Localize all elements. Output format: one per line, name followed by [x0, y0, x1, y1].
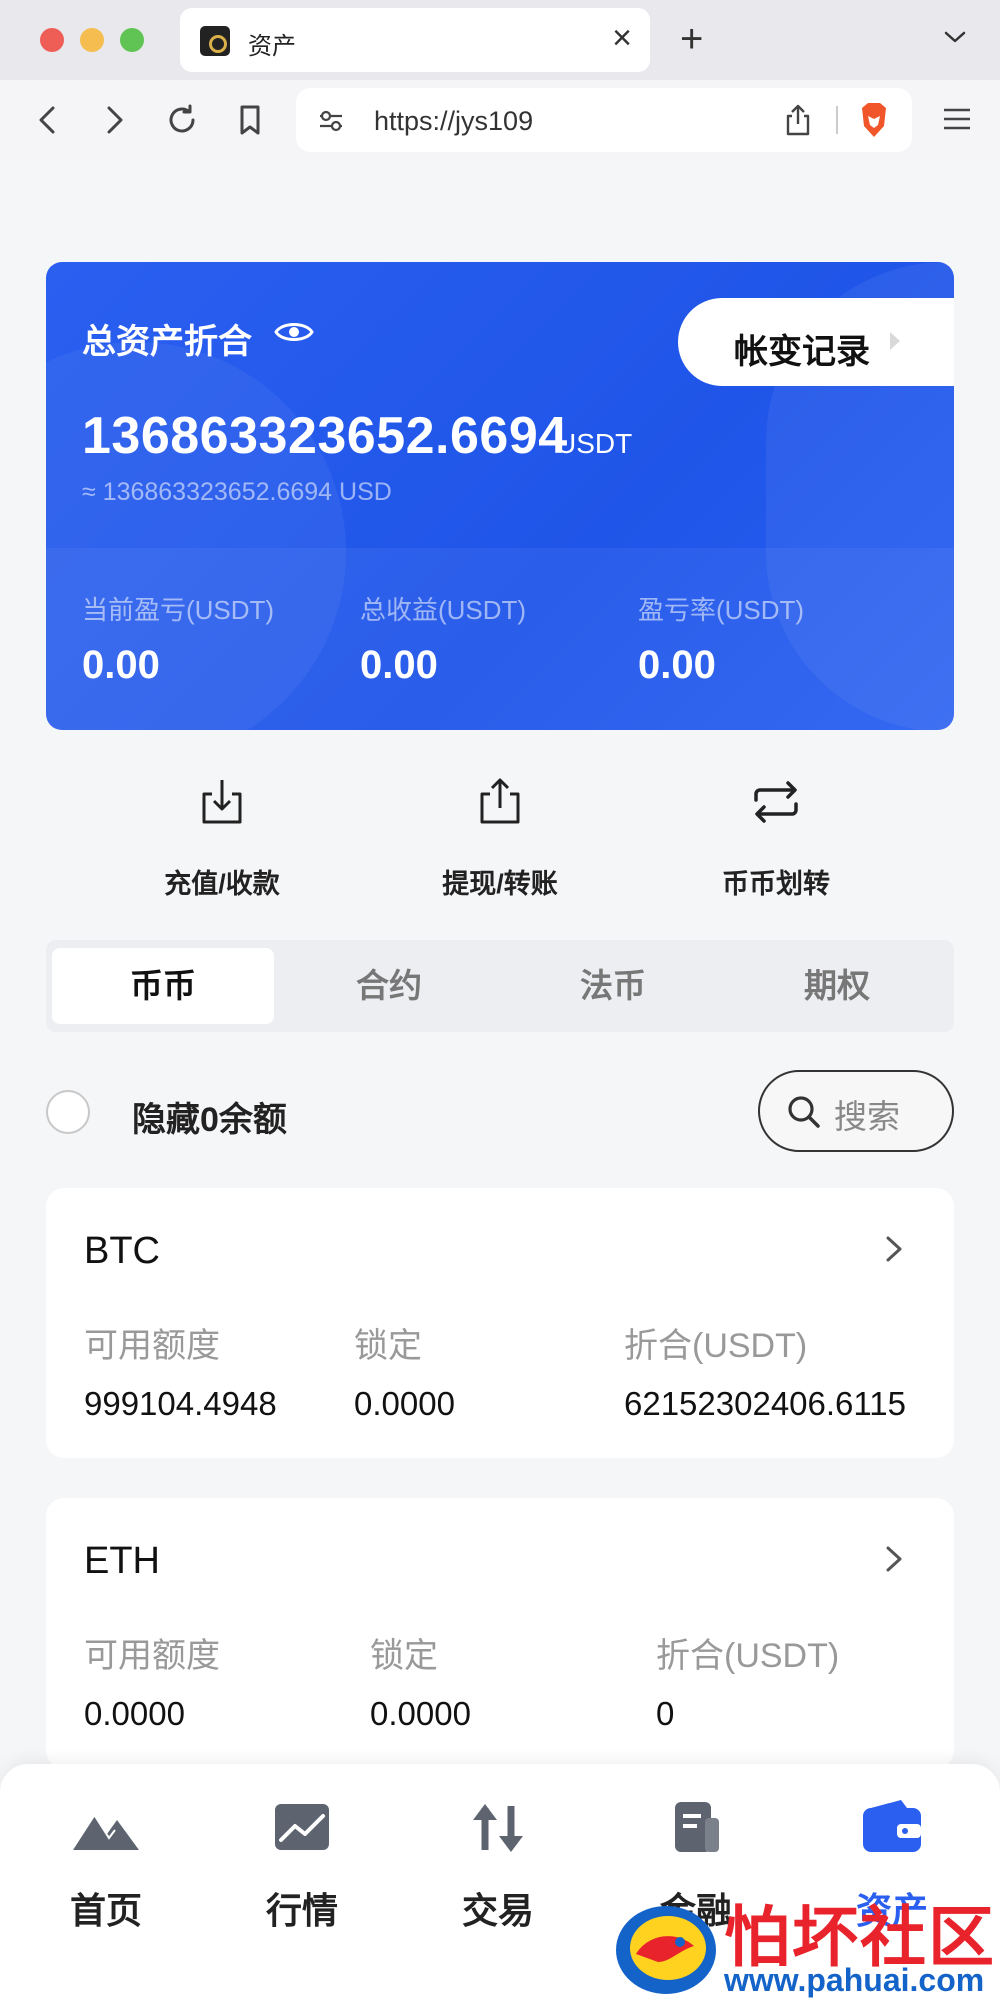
account-history-label: 帐变记录 — [734, 333, 870, 371]
coin-col-label: 锁定 — [354, 1327, 422, 1365]
coin-col-value: 0.0000 — [84, 1695, 185, 1732]
transfer-button[interactable]: 币币划转 — [676, 776, 876, 901]
total-asset-card: 总资产折合 帐变记录 136863323652.6694 USDT ≈ 1368… — [46, 262, 954, 730]
arrow-right-icon — [890, 332, 900, 350]
chart-icon — [275, 1804, 329, 1850]
nav-label: 行情 — [265, 1890, 338, 1931]
coin-equivalent: 折合(USDT) 62152302406.6115 — [624, 1318, 906, 1423]
url-text[interactable]: https://jys109 — [374, 106, 533, 137]
total-asset-value: 136863323652.6694 — [82, 407, 568, 465]
back-arrow-icon[interactable] — [26, 98, 70, 142]
deposit-label: 充值/收款 — [164, 869, 280, 899]
watermark: 怕坏社区 www.pahuai.com — [606, 1884, 1000, 2004]
search-icon — [788, 1096, 820, 1128]
url-separator — [836, 106, 838, 134]
hide-zero-label[interactable]: 隐藏0余额 — [132, 1092, 287, 1141]
brave-lion-icon[interactable] — [856, 100, 892, 140]
coin-card-eth[interactable]: ETH 可用额度 0.0000 锁定 0.0000 折合(USDT) 0 — [46, 1498, 954, 1768]
deposit-button[interactable]: 充值/收款 — [122, 776, 322, 901]
nav-label: 首页 — [69, 1890, 142, 1931]
browser-navbar: https://jys109 — [0, 80, 1000, 160]
stat-label: 当前盈亏(USDT) — [82, 595, 275, 625]
eye-icon[interactable] — [274, 316, 314, 348]
total-asset-unit: USDT — [556, 428, 633, 459]
coin-equivalent: 折合(USDT) 0 — [656, 1628, 839, 1733]
bookmark-icon[interactable] — [228, 98, 272, 142]
trade-arrows-icon — [473, 1804, 523, 1852]
total-asset-label: 总资产折合 — [82, 323, 252, 361]
app-root: 资产 × + https://jys109 总资产折合 帐变记录 1368633 — [0, 0, 1000, 2004]
new-tab-button[interactable]: + — [680, 14, 703, 64]
wallet-icon — [863, 1800, 921, 1852]
chevron-down-icon[interactable] — [940, 22, 970, 52]
window-close-button[interactable] — [40, 28, 64, 52]
coin-locked: 锁定 0.0000 — [370, 1628, 471, 1733]
address-bar[interactable]: https://jys109 — [296, 88, 912, 152]
coin-col-label: 可用额度 — [84, 1327, 220, 1365]
site-settings-icon[interactable] — [316, 106, 346, 136]
forward-arrow-icon[interactable] — [92, 98, 136, 142]
total-asset-usd: ≈ 136863323652.6694 USD — [82, 478, 392, 506]
coin-col-label: 可用额度 — [84, 1637, 220, 1675]
transfer-label: 币币划转 — [722, 869, 830, 899]
menu-icon[interactable] — [940, 102, 974, 136]
coin-col-label: 锁定 — [370, 1637, 438, 1675]
stat-label: 总收益(USDT) — [360, 595, 527, 625]
withdraw-label: 提现/转账 — [442, 869, 558, 899]
tab-spot[interactable]: 币币 — [52, 948, 274, 1024]
tab-contract[interactable]: 合约 — [278, 948, 500, 1024]
coin-locked: 锁定 0.0000 — [354, 1318, 455, 1423]
fish-logo-icon — [616, 1906, 716, 1994]
tab-options[interactable]: 期权 — [726, 948, 948, 1024]
tab-title: 资产 — [248, 33, 296, 60]
stat-pnl-rate: 盈亏率(USDT) 0.00 — [638, 590, 804, 688]
tab-fiat[interactable]: 法币 — [502, 948, 724, 1024]
download-icon — [202, 780, 242, 824]
stat-value: 0.00 — [638, 643, 716, 687]
stat-value: 0.00 — [360, 643, 438, 687]
nav-label: 交易 — [461, 1890, 534, 1931]
account-history-button[interactable]: 帐变记录 — [678, 298, 954, 386]
coin-col-value: 0 — [656, 1695, 675, 1732]
window-zoom-button[interactable] — [120, 28, 144, 52]
nav-market[interactable]: 行情 — [242, 1798, 362, 1934]
nav-home[interactable]: 首页 — [46, 1798, 166, 1934]
chevron-right-icon — [886, 1546, 902, 1572]
stat-label: 盈亏率(USDT) — [638, 595, 805, 625]
coin-col-value: 999104.4948 — [84, 1385, 277, 1422]
coin-name: ETH — [84, 1540, 160, 1582]
reload-icon[interactable] — [160, 98, 204, 142]
account-type-tabs: 币币 合约 法币 期权 — [46, 940, 954, 1032]
finance-doc-icon — [675, 1802, 719, 1852]
share-icon[interactable] — [780, 102, 816, 138]
browser-tabbar: 资产 × + — [0, 0, 1000, 80]
browser-tab[interactable]: 资产 × — [180, 8, 650, 72]
coin-available: 可用额度 999104.4948 — [84, 1318, 277, 1423]
transfer-icon — [754, 781, 798, 823]
tab-close-icon[interactable]: × — [612, 18, 632, 58]
hide-zero-checkbox[interactable] — [46, 1090, 90, 1134]
coin-col-label: 折合(USDT) — [656, 1637, 840, 1675]
coin-name: BTC — [84, 1230, 160, 1272]
stat-total-profit: 总收益(USDT) 0.00 — [360, 590, 526, 688]
watermark-url: www.pahuai.com — [724, 1962, 985, 1998]
withdraw-button[interactable]: 提现/转账 — [400, 776, 600, 901]
upload-icon — [480, 778, 520, 824]
coin-col-value: 0.0000 — [354, 1385, 455, 1422]
coin-col-value: 62152302406.6115 — [624, 1385, 907, 1422]
chevron-right-icon — [886, 1236, 902, 1262]
coin-available: 可用额度 0.0000 — [84, 1628, 220, 1733]
stat-current-pnl: 当前盈亏(USDT) 0.00 — [82, 590, 274, 688]
search-label: 搜索 — [834, 1098, 900, 1135]
coin-col-label: 折合(USDT) — [624, 1327, 808, 1365]
home-mountain-icon — [73, 1815, 139, 1850]
site-favicon-icon — [200, 26, 230, 56]
nav-trade[interactable]: 交易 — [438, 1798, 558, 1934]
stat-value: 0.00 — [82, 643, 160, 687]
window-minimize-button[interactable] — [80, 28, 104, 52]
coin-col-value: 0.0000 — [370, 1695, 471, 1732]
search-button[interactable]: 搜索 — [758, 1070, 954, 1152]
coin-card-btc[interactable]: BTC 可用额度 999104.4948 锁定 0.0000 折合(USDT) … — [46, 1188, 954, 1458]
